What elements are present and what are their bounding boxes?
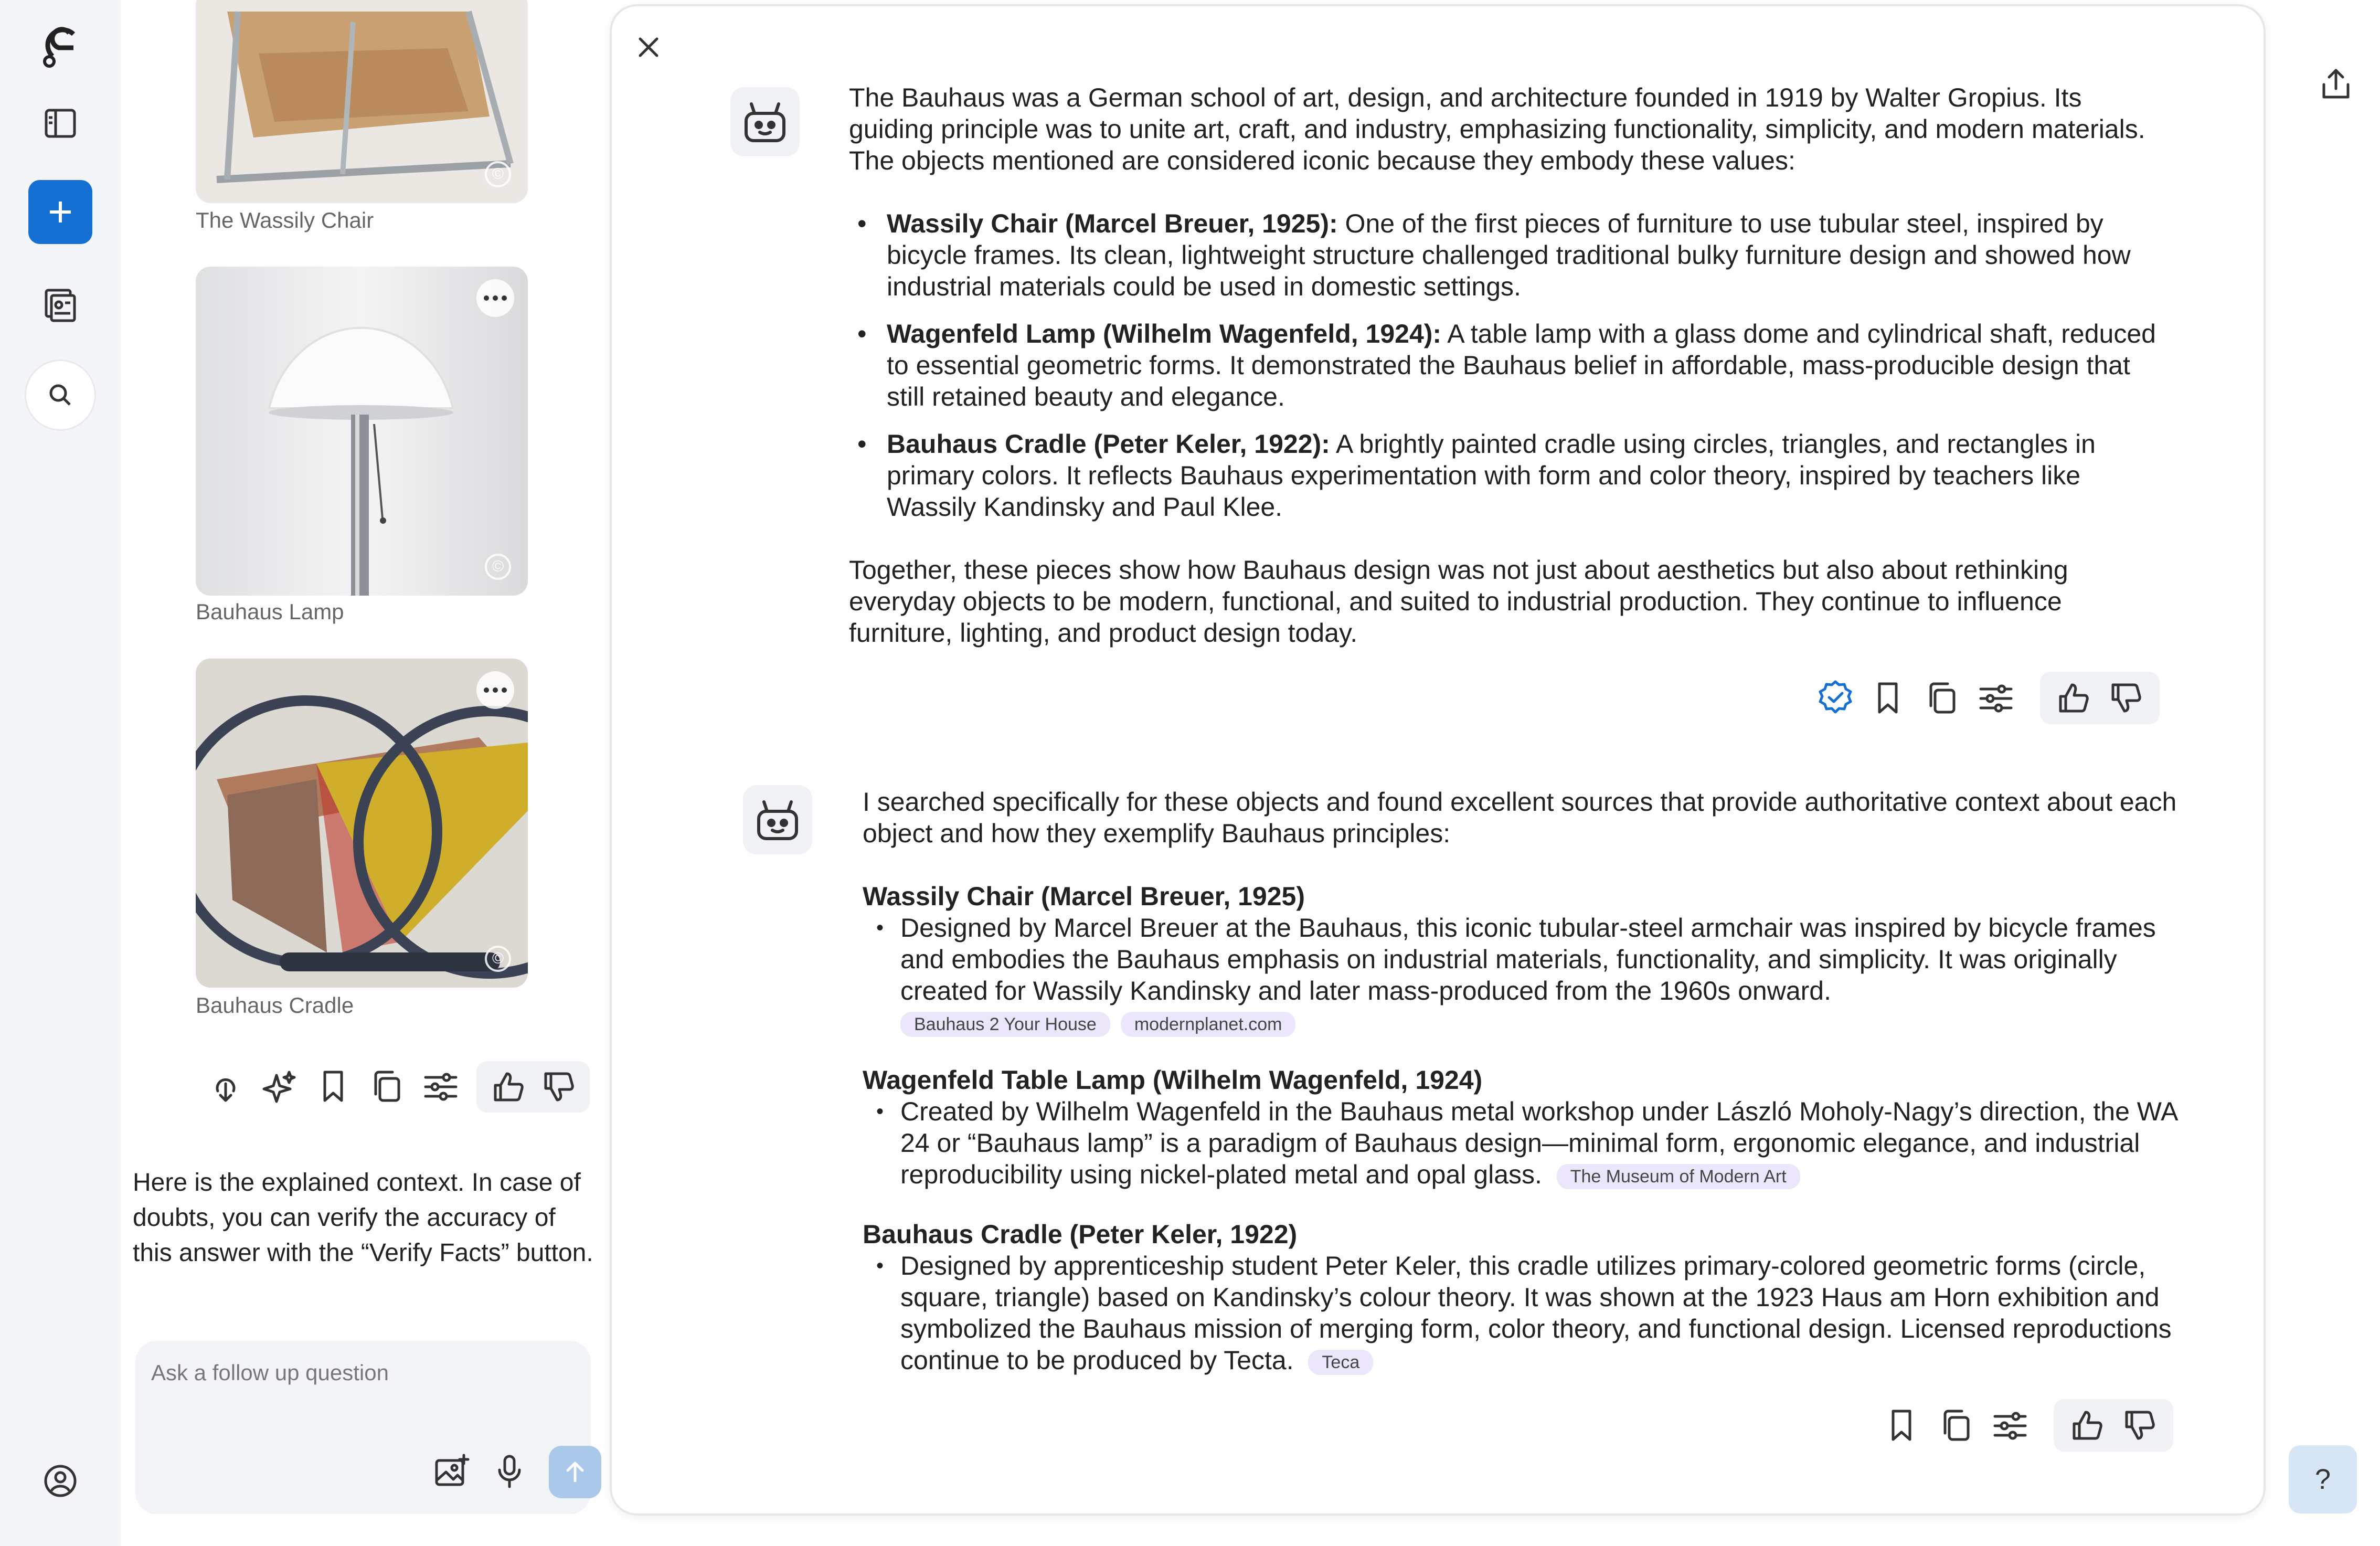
bookmark-icon[interactable]: [312, 1065, 354, 1107]
share-icon[interactable]: [2314, 62, 2358, 106]
new-chat-button[interactable]: [28, 180, 92, 244]
sliders-icon[interactable]: [420, 1065, 462, 1107]
left-rail: [0, 0, 121, 1546]
cradle-image: [196, 659, 528, 988]
gallery-caption: The Wassily Chair: [196, 208, 374, 232]
lamp-image: [268, 326, 454, 596]
thumbs-down-icon[interactable]: [2119, 1404, 2161, 1446]
sliders-icon[interactable]: [1988, 1403, 2032, 1447]
section-title: Wassily Chair (Marcel Breuer, 1925): [863, 882, 1305, 911]
copy-icon[interactable]: [1934, 1403, 1978, 1447]
answer-1-outro: Together, these pieces show how Bauhaus …: [849, 555, 2068, 648]
close-icon[interactable]: [628, 26, 670, 68]
library-icon[interactable]: [39, 283, 81, 325]
thumbs-down-icon[interactable]: [2105, 677, 2147, 719]
sidebar-toggle-icon[interactable]: [39, 102, 81, 144]
answer-1-bullet: Wagenfeld Lamp (Wilhelm Wagenfeld, 1924)…: [849, 318, 2161, 412]
gallery-item-lamp[interactable]: ©: [196, 267, 528, 596]
section-title: Wagenfeld Table Lamp (Wilhelm Wagenfeld,…: [863, 1065, 1483, 1095]
copyright-icon: ©: [485, 161, 511, 187]
section-body: Designed by apprenticeship student Peter…: [863, 1250, 2185, 1376]
assistant-note: Here is the explained context. In case o…: [133, 1169, 593, 1267]
followup-box: [135, 1341, 601, 1514]
more-options-button[interactable]: [476, 279, 514, 317]
robot-icon: [757, 800, 798, 840]
gallery-caption: Bauhaus Cradle: [196, 993, 354, 1018]
bot-avatar: [743, 785, 812, 854]
gallery-caption: Bauhaus Lamp: [196, 599, 344, 624]
answer-1-bullet: Wassily Chair (Marcel Breuer, 1925): One…: [849, 208, 2161, 302]
feedback-group: [2054, 1399, 2173, 1452]
logo-icon[interactable]: [34, 16, 87, 73]
source-tag[interactable]: Bauhaus 2 Your House: [900, 1011, 1110, 1037]
chat-column: © The Wassily Chair © Bauhaus Lamp © Bau…: [121, 0, 603, 1546]
bookmark-icon[interactable]: [1866, 676, 1910, 720]
robot-icon: [745, 102, 785, 142]
gallery-item-cradle[interactable]: ©: [196, 659, 528, 988]
verify-facts-icon[interactable]: [1813, 676, 1857, 720]
download-icon[interactable]: [205, 1065, 247, 1107]
arrow-up-icon: [566, 1462, 584, 1483]
add-image-icon[interactable]: [430, 1450, 473, 1493]
copyright-icon: ©: [485, 554, 511, 580]
bookmark-icon[interactable]: [1879, 1403, 1924, 1447]
help-button[interactable]: ?: [2289, 1445, 2357, 1513]
thumbs-up-icon[interactable]: [488, 1066, 529, 1107]
thumbs-up-icon[interactable]: [2066, 1404, 2108, 1446]
copy-icon[interactable]: [366, 1065, 408, 1107]
account-icon[interactable]: [39, 1460, 81, 1502]
answer-2: I searched specifically for these object…: [863, 786, 2185, 1376]
more-options-button[interactable]: [476, 671, 514, 709]
feedback-group: [2040, 672, 2160, 724]
search-button[interactable]: [25, 359, 96, 431]
thumbs-up-icon[interactable]: [2053, 677, 2095, 719]
copy-icon[interactable]: [1920, 676, 1964, 720]
sources-panel: The Bauhaus was a German school of art, …: [610, 4, 2266, 1516]
answer-1-intro: The Bauhaus was a German school of art, …: [849, 83, 2145, 175]
answer-1: The Bauhaus was a German school of art, …: [849, 82, 2161, 649]
sliders-icon[interactable]: [1974, 676, 2018, 720]
source-tag[interactable]: modernplanet.com: [1120, 1011, 1296, 1037]
sparkle-icon[interactable]: [258, 1065, 300, 1107]
section-body: Created by Wilhelm Wagenfeld in the Bauh…: [863, 1096, 2185, 1190]
chair-image: [196, 0, 528, 203]
answer-1-bullet: Bauhaus Cradle (Peter Keler, 1922): A br…: [849, 428, 2161, 523]
section-title: Bauhaus Cradle (Peter Keler, 1922): [863, 1220, 1298, 1249]
source-tag[interactable]: Teca: [1308, 1349, 1374, 1375]
search-icon: [49, 384, 71, 406]
microphone-icon[interactable]: [488, 1450, 531, 1493]
send-button[interactable]: [549, 1446, 601, 1498]
gallery-item-chair[interactable]: ©: [196, 0, 528, 203]
thumbs-down-icon[interactable]: [538, 1066, 579, 1107]
source-tag[interactable]: The Museum of Modern Art: [1556, 1163, 1800, 1189]
copyright-icon: ©: [485, 946, 511, 972]
answer-2-intro: I searched specifically for these object…: [863, 787, 2177, 848]
feedback-group: [476, 1061, 590, 1113]
bot-avatar: [730, 87, 800, 156]
followup-input[interactable]: [151, 1354, 518, 1391]
section-body: Designed by Marcel Breuer at the Bauhaus…: [863, 912, 2185, 1038]
